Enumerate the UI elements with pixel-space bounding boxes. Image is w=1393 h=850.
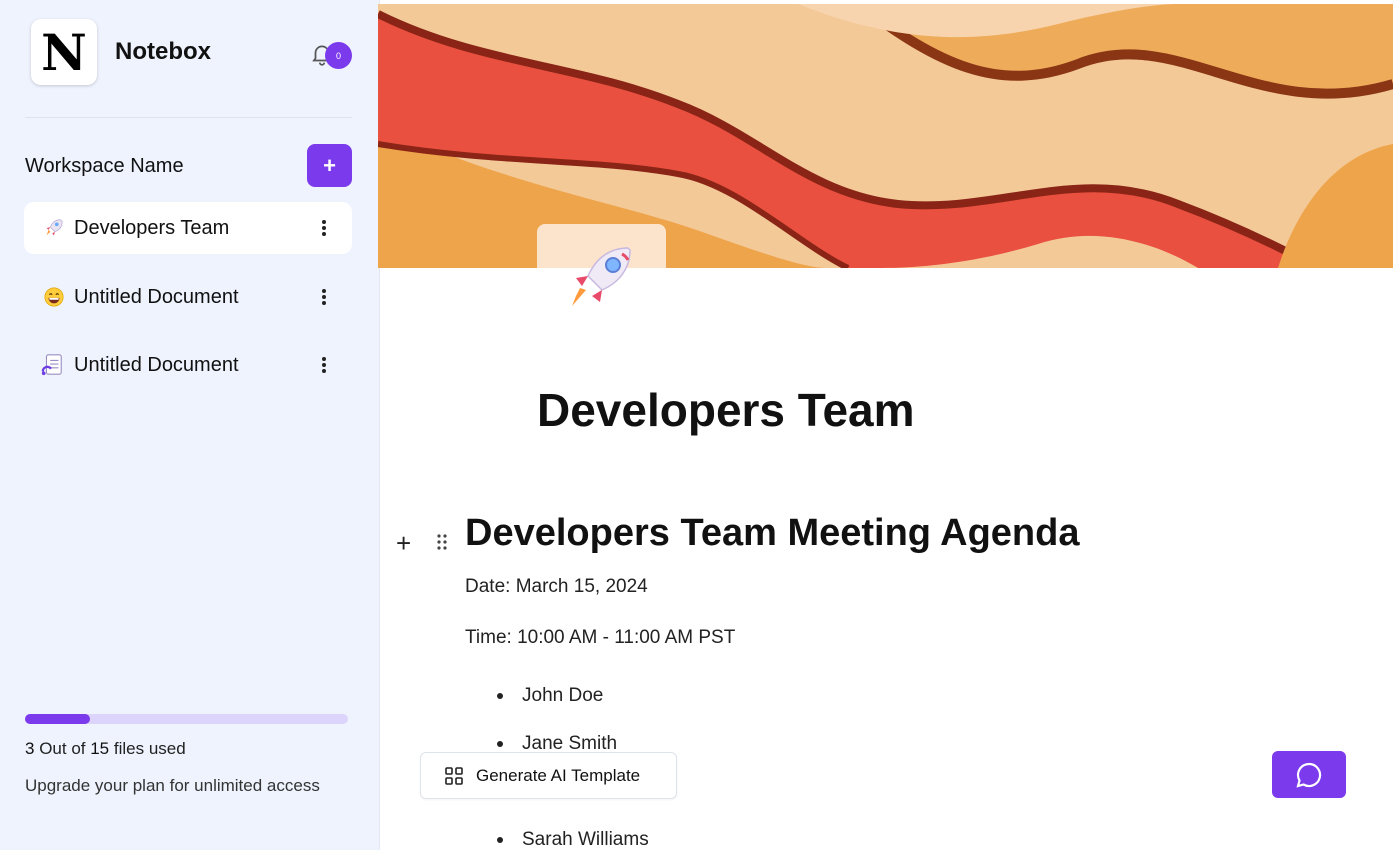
sidebar-item-untitled-document-2[interactable]: Untitled Document [24, 339, 352, 391]
rocket-icon [42, 216, 66, 240]
bullet-dot [497, 693, 503, 699]
page-title[interactable]: Developers Team [537, 383, 915, 437]
grid-icon [445, 766, 463, 785]
usage-suffix: files used [109, 739, 186, 758]
usage-progress-bar [25, 714, 348, 724]
list-item[interactable]: John Doe [497, 685, 603, 707]
more-options-icon[interactable] [318, 355, 330, 375]
generate-ai-template-button[interactable]: Generate AI Template [420, 752, 677, 799]
notification-count-badge[interactable]: 0 [325, 42, 352, 69]
usage-separator: Out of [34, 739, 91, 758]
meeting-time[interactable]: Time: 10:00 AM - 11:00 AM PST [465, 627, 735, 649]
chat-button[interactable] [1272, 751, 1346, 798]
sidebar-divider [25, 117, 352, 118]
grinning-face-icon [42, 285, 66, 309]
rocket-icon[interactable] [562, 240, 638, 316]
document-icon [40, 353, 64, 377]
usage-text: 3 Out of 15 files used [25, 739, 186, 759]
more-options-icon[interactable] [318, 287, 330, 307]
upgrade-plan-text[interactable]: Upgrade your plan for unlimited access [25, 776, 320, 796]
app-logo: N [31, 19, 97, 85]
attendee-name: Sarah Williams [522, 829, 649, 850]
sidebar-item-label: Untitled Document [74, 285, 239, 308]
drag-handle-icon[interactable] [436, 532, 448, 552]
sidebar: N Notebox 0 Workspace Name + Developers … [0, 0, 380, 850]
app-name: Notebox [115, 38, 211, 65]
cover-banner-image [378, 4, 1393, 268]
agenda-heading[interactable]: Developers Team Meeting Agenda [465, 512, 1080, 555]
sidebar-item-developers-team[interactable]: Developers Team [24, 202, 352, 254]
files-total-count: 15 [90, 739, 110, 758]
more-options-icon[interactable] [318, 218, 330, 238]
bullet-dot [497, 741, 503, 747]
generate-ai-template-label: Generate AI Template [476, 765, 641, 785]
add-document-button[interactable]: + [307, 144, 352, 187]
add-block-icon[interactable]: + [396, 528, 411, 559]
brand[interactable]: N Notebox [31, 19, 211, 85]
chat-bubble-icon [1296, 762, 1322, 788]
sidebar-item-label: Developers Team [74, 216, 230, 239]
attendee-name: John Doe [522, 685, 604, 706]
sidebar-item-untitled-document-1[interactable]: Untitled Document [24, 271, 352, 323]
bullet-dot [497, 837, 503, 843]
sidebar-item-label: Untitled Document [74, 353, 239, 376]
workspace-name: Workspace Name [25, 155, 184, 177]
usage-progress-fill [25, 714, 90, 724]
list-item[interactable]: Sarah Williams [497, 829, 649, 850]
meeting-date[interactable]: Date: March 15, 2024 [465, 576, 648, 598]
